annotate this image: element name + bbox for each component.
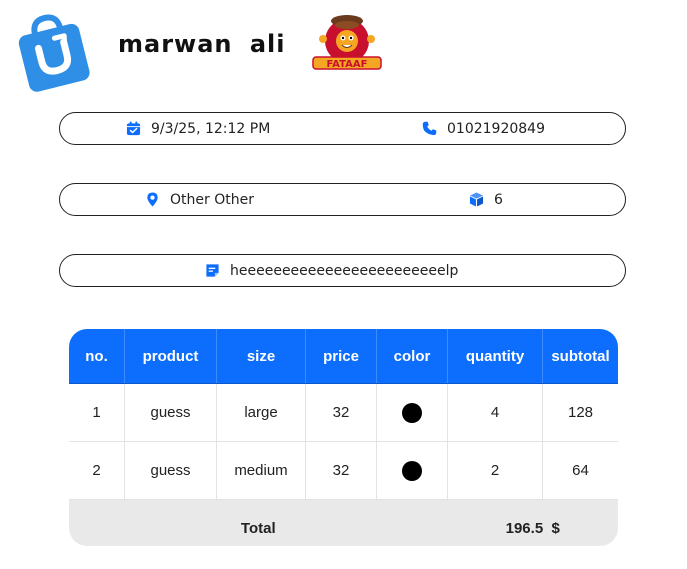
column-header-size: size	[216, 329, 306, 384]
total-amount: 196.5 $	[447, 499, 618, 546]
row-product: guess	[124, 441, 217, 500]
brand-logo: FATAAF	[311, 13, 383, 73]
column-header-no: no.	[69, 329, 125, 384]
order-items-count: 6	[469, 184, 503, 215]
order-note-bar: heeeeeeeeeeeeeeeeeeeeeeeelp	[59, 254, 626, 287]
column-header-subtotal: subtotal	[542, 329, 618, 384]
order-note-text: heeeeeeeeeeeeeeeeeeeeeeeelp	[230, 262, 459, 279]
customer-name: marwan ali	[118, 30, 286, 58]
column-header-price: price	[305, 329, 377, 384]
map-pin-icon	[145, 192, 160, 207]
sticky-note-icon	[205, 263, 220, 278]
order-location-text: Other Other	[170, 191, 254, 208]
row-product: guess	[124, 383, 217, 442]
row-quantity: 4	[447, 383, 543, 442]
column-header-product: product	[124, 329, 217, 384]
order-location-bar: Other Other 6	[59, 183, 626, 216]
row-number: 2	[69, 441, 125, 500]
row-price: 32	[305, 441, 377, 500]
total-label: Total	[69, 499, 448, 546]
phone-icon	[422, 121, 437, 136]
total-currency: $	[551, 519, 560, 537]
table-row: 1 guess large 32 4 128	[69, 383, 618, 442]
row-color	[376, 441, 448, 500]
order-items-table: no. product size price color quantity su…	[69, 329, 618, 546]
row-price: 32	[305, 383, 377, 442]
row-subtotal: 128	[542, 383, 618, 442]
total-row: Total 196.5 $	[69, 499, 618, 546]
column-header-color: color	[376, 329, 448, 384]
customer-phone[interactable]: 01021920849	[422, 113, 545, 144]
shopping-bag-icon	[10, 9, 96, 93]
cube-icon	[469, 192, 484, 207]
table-row: 2 guess medium 32 2 64	[69, 441, 618, 500]
color-swatch	[402, 460, 422, 481]
column-header-quantity: quantity	[447, 329, 543, 384]
row-number: 1	[69, 383, 125, 442]
order-items-count-text: 6	[494, 191, 503, 208]
total-value: 196.5	[505, 519, 544, 537]
order-date: 9/3/25, 12:12 PM	[126, 113, 270, 144]
color-swatch	[402, 402, 422, 423]
order-note: heeeeeeeeeeeeeeeeeeeeeeeelp	[205, 255, 458, 286]
row-quantity: 2	[447, 441, 543, 500]
row-size: large	[216, 383, 306, 442]
table-header-row: no. product size price color quantity su…	[69, 329, 618, 384]
order-date-text: 9/3/25, 12:12 PM	[151, 120, 271, 137]
row-color	[376, 383, 448, 442]
customer-phone-text: 01021920849	[447, 120, 545, 137]
calendar-check-icon	[126, 121, 141, 136]
order-location: Other Other	[145, 184, 254, 215]
row-size: medium	[216, 441, 306, 500]
row-subtotal: 64	[542, 441, 618, 500]
order-meta-bar: 9/3/25, 12:12 PM 01021920849	[59, 112, 626, 145]
svg-text:FATAAF: FATAAF	[326, 59, 367, 70]
